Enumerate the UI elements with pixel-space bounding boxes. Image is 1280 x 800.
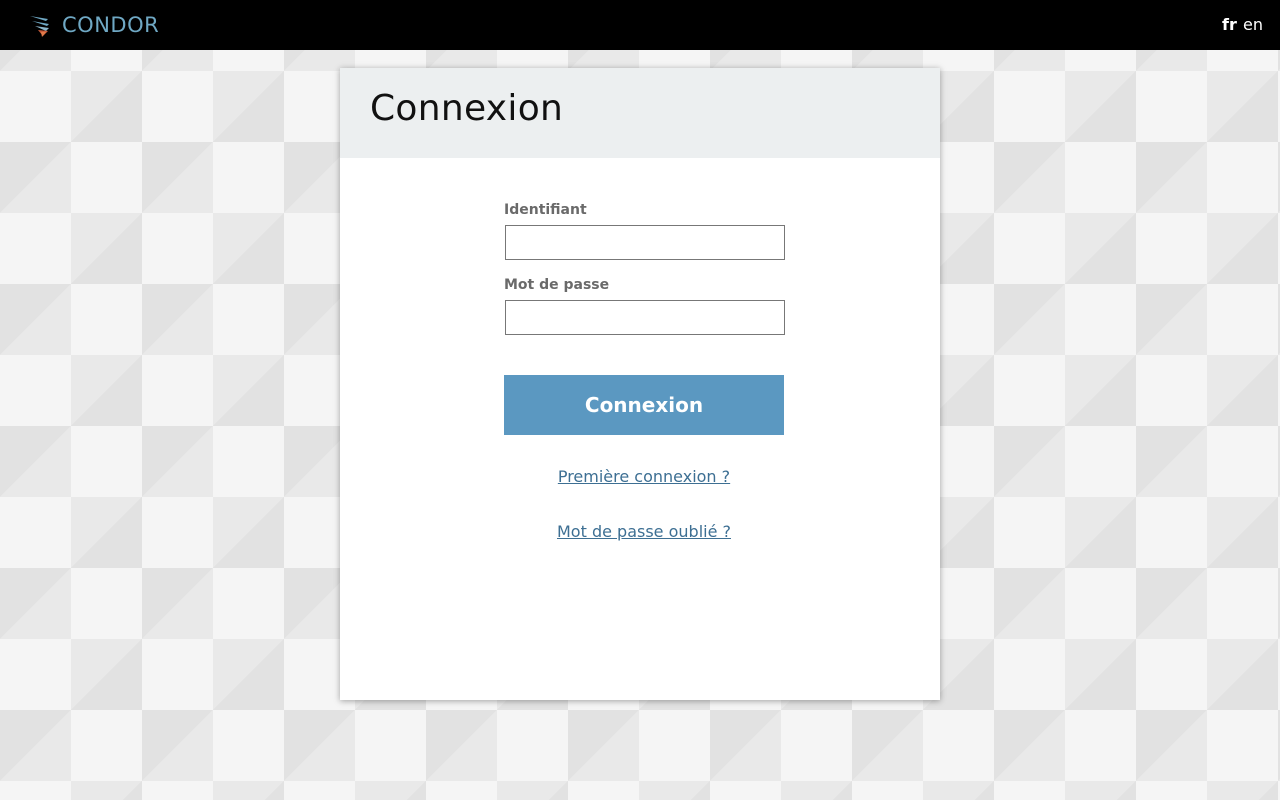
password-label: Mot de passe bbox=[504, 277, 610, 293]
login-card-header: Connexion bbox=[340, 68, 940, 158]
logo[interactable]: CONDOR bbox=[28, 12, 159, 38]
username-label: Identifiant bbox=[504, 202, 587, 218]
language-fr-link[interactable]: fr bbox=[1222, 15, 1237, 34]
login-button[interactable]: Connexion bbox=[504, 375, 784, 435]
first-login-link[interactable]: Première connexion ? bbox=[504, 467, 784, 486]
forgot-password-link[interactable]: Mot de passe oublié ? bbox=[504, 522, 784, 541]
language-en-link[interactable]: en bbox=[1243, 15, 1263, 34]
condor-logo-icon bbox=[30, 16, 49, 37]
brand-name: CONDOR bbox=[62, 13, 160, 37]
page-title: Connexion bbox=[370, 88, 564, 129]
password-input[interactable] bbox=[505, 300, 785, 335]
top-bar: CONDOR fr en bbox=[0, 0, 1280, 50]
login-card: Connexion Identifiant Mot de passe Conne… bbox=[340, 68, 940, 700]
username-input[interactable] bbox=[505, 225, 785, 260]
